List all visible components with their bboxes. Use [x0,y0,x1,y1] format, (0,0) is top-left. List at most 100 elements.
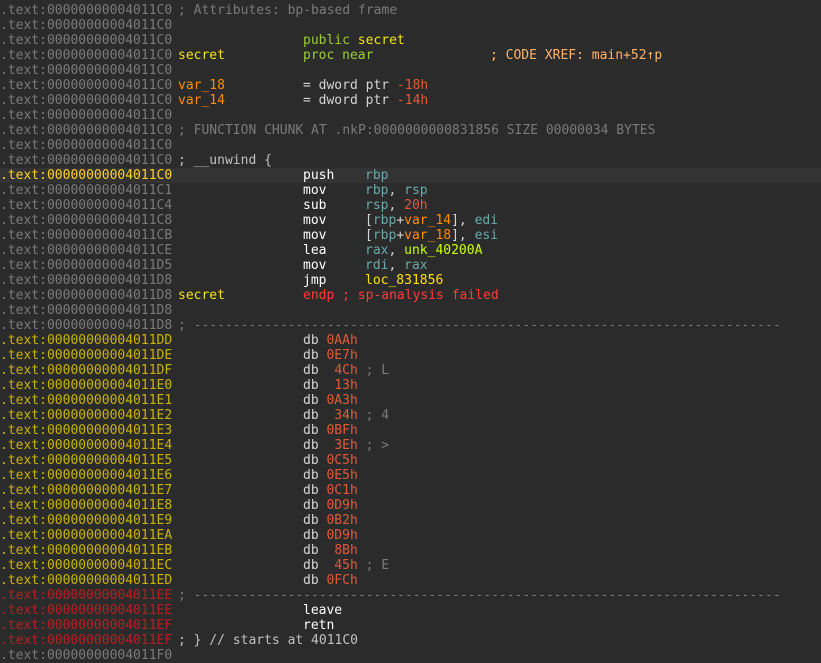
line-address: .text:00000000004011ED [0,573,173,588]
listing-line[interactable]: .text:00000000004011E3 db 0BFh [0,423,821,438]
listing-line[interactable]: .text:00000000004011C0 ; __unwind { [0,153,821,168]
listing-line[interactable]: .text:00000000004011D5 mov rdi, rax [0,258,821,273]
line-comment: ; __unwind { [178,153,272,168]
listing-line[interactable]: .text:00000000004011EF ; } // starts at 4… [0,633,821,648]
operand-token[interactable]: rsp [365,198,388,213]
listing-line[interactable]: .text:00000000004011E0 db 13h [0,378,821,393]
listing-line[interactable]: .text:00000000004011EB db 8Bh [0,543,821,558]
listing-line[interactable]: .text:00000000004011C0 public secret [0,33,821,48]
instruction-token: proc near [303,48,374,63]
operand-token[interactable]: rsp [404,183,427,198]
instruction: leave [303,603,342,618]
listing-line[interactable]: .text:00000000004011C0 var_14 = dword ptr … [0,93,821,108]
listing-line[interactable]: .text:00000000004011E1 db 0A3h [0,393,821,408]
operand-token[interactable]: var_14 [404,213,451,228]
instruction-token: mov [303,213,327,228]
line-label[interactable]: var_18 [178,78,225,93]
operand-token: [ [365,228,373,243]
operand-token[interactable]: rdi [365,258,388,273]
instruction: db 0C5h [303,453,358,468]
instruction: db 45h ; E [303,558,389,573]
instruction-token: 13h [334,378,358,393]
listing-line[interactable]: .text:00000000004011E6 db 0E5h [0,468,821,483]
line-address: .text:00000000004011D8 [0,273,173,288]
line-address: .text:00000000004011E2 [0,408,173,423]
listing-line[interactable]: .text:00000000004011E9 db 0B2h [0,513,821,528]
disassembly-listing[interactable]: .text:00000000004011C0 ; Attributes: bp-b… [0,0,821,663]
listing-line[interactable]: .text:00000000004011C8 mov [rbp+var_14], e… [0,213,821,228]
listing-line[interactable]: .text:00000000004011E7 db 0C1h [0,483,821,498]
operands: [rbp+var_14], edi [365,213,498,228]
listing-line[interactable]: .text:00000000004011D8 secret endp ; sp-an… [0,288,821,303]
operands: rsp, 20h [365,198,428,213]
listing-line[interactable]: .text:00000000004011C0 ; Attributes: bp-b… [0,3,821,18]
listing-line[interactable]: .text:00000000004011CB mov [rbp+var_18], e… [0,228,821,243]
operand-token: , [388,198,405,213]
line-address: .text:00000000004011EE [0,588,173,603]
listing-line[interactable]: .text:00000000004011E2 db 34h ; 4 [0,408,821,423]
listing-line[interactable]: .text:00000000004011C0 secret proc near ; C… [0,48,821,63]
listing-line[interactable]: .text:00000000004011C0 [0,138,821,153]
line-address: .text:00000000004011C1 [0,183,173,198]
listing-line[interactable]: .text:00000000004011C0 [0,63,821,78]
line-address: .text:00000000004011E0 [0,378,173,393]
listing-line[interactable]: .text:00000000004011D8 jmp loc_831856 [0,273,821,288]
instruction-token: 0AAh [326,333,358,348]
instruction: db 0D9h [303,528,358,543]
operand-token[interactable]: esi [475,228,498,243]
listing-line[interactable]: .text:00000000004011E5 db 0C5h [0,453,821,468]
listing-line[interactable]: .text:00000000004011DE db 0E7h [0,348,821,363]
instruction-token: 0FCh [326,573,358,588]
instruction-token: 0A3h [326,393,358,408]
code-xref-comment[interactable]: ; CODE XREF: main+52↑p [490,48,662,63]
instruction-token: push [303,168,335,183]
listing-line[interactable]: .text:00000000004011CE lea rax, unk_40200A [0,243,821,258]
listing-line[interactable]: .text:00000000004011EA db 0D9h [0,528,821,543]
operand-token[interactable]: var_18 [404,228,451,243]
operand-token[interactable]: loc_831856 [365,273,443,288]
instruction: db 0B2h [303,513,358,528]
listing-line[interactable]: .text:00000000004011E4 db 3Eh ; > [0,438,821,453]
listing-line-current[interactable]: .text:00000000004011C0 push rbp [0,168,821,183]
listing-line[interactable]: .text:00000000004011C0 [0,18,821,33]
line-address: .text:00000000004011EF [0,633,173,648]
instruction-token: mov [303,258,327,273]
operand-token[interactable]: rbp [373,213,396,228]
line-label[interactable]: var_14 [178,93,225,108]
listing-line[interactable]: .text:00000000004011D8 [0,303,821,318]
listing-line[interactable]: .text:00000000004011C4 sub rsp, 20h [0,198,821,213]
listing-line[interactable]: .text:00000000004011F0 [0,648,821,663]
instruction: db 3Eh ; > [303,438,389,453]
listing-line[interactable]: .text:00000000004011C0 ; FUNCTION CHUNK A… [0,123,821,138]
listing-line[interactable]: .text:00000000004011DF db 4Ch ; L [0,363,821,378]
listing-line[interactable]: .text:00000000004011E8 db 0D9h [0,498,821,513]
listing-line[interactable]: .text:00000000004011EE ; ----------------… [0,588,821,603]
instruction-token: endp ; sp-analysis failed [303,288,499,303]
instruction-token: db [303,453,327,468]
instruction-token: db [303,498,327,513]
listing-line[interactable]: .text:00000000004011C0 var_18 = dword ptr … [0,78,821,93]
listing-line[interactable]: .text:00000000004011DD db 0AAh [0,333,821,348]
line-address: .text:00000000004011E4 [0,438,173,453]
listing-line[interactable]: .text:00000000004011EE leave [0,603,821,618]
line-label[interactable]: secret [178,48,225,63]
operand-token: ], [451,228,475,243]
operand-token: 20h [404,198,428,213]
operand-token[interactable]: rbp [373,228,396,243]
listing-line[interactable]: .text:00000000004011C0 [0,108,821,123]
line-address: .text:00000000004011C0 [0,138,173,153]
listing-line[interactable]: .text:00000000004011C1 mov rbp, rsp [0,183,821,198]
operand-token[interactable]: edi [475,213,498,228]
line-label[interactable]: secret [178,288,225,303]
instruction: public secret [303,33,405,48]
operand-token[interactable]: unk_40200A [404,243,482,258]
operand-token[interactable]: rbp [365,183,388,198]
instruction-token: db [303,363,335,378]
listing-line[interactable]: .text:00000000004011EC db 45h ; E [0,558,821,573]
operand-token[interactable]: rax [404,258,427,273]
operand-token[interactable]: rbp [365,168,388,183]
operand-token[interactable]: rax [365,243,388,258]
listing-line[interactable]: .text:00000000004011D8 ; ----------------… [0,318,821,333]
listing-line[interactable]: .text:00000000004011ED db 0FCh [0,573,821,588]
listing-line[interactable]: .text:00000000004011EF retn [0,618,821,633]
